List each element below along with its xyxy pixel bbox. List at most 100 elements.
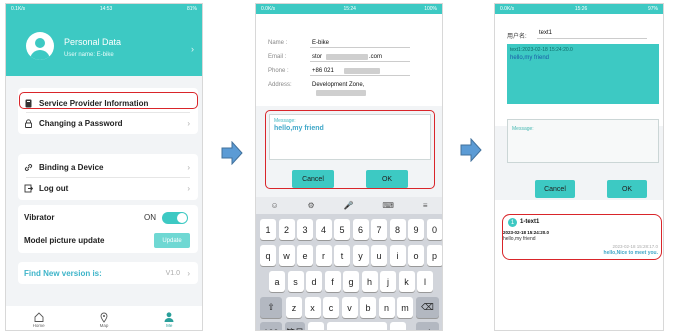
chevron-right-icon: › xyxy=(187,268,190,278)
key-r[interactable]: r xyxy=(315,245,332,266)
key-7[interactable]: 7 xyxy=(371,219,387,240)
provider-email-start: stor xyxy=(312,54,323,60)
tab-map[interactable]: Map xyxy=(89,311,119,328)
symbols-key[interactable]: 符号 xyxy=(285,322,305,330)
vibrator-row: Vibrator ON xyxy=(18,207,198,227)
lock-icon xyxy=(24,118,33,128)
phone-screen-conversation: 0.0K/s 15:26 97% 用户名: text1 text1:2023-0… xyxy=(494,3,664,331)
key-3[interactable]: 3 xyxy=(297,219,313,240)
profile-username: User name: E-bike xyxy=(64,52,114,58)
key-e[interactable]: e xyxy=(297,245,313,266)
key-a[interactable]: a xyxy=(269,271,285,292)
arrow-right-icon xyxy=(460,138,482,162)
space-key[interactable]: ␣ xyxy=(327,322,387,330)
logout-icon xyxy=(24,184,34,193)
key-8[interactable]: 8 xyxy=(389,219,406,240)
settings-icon[interactable]: ⚙ xyxy=(308,201,315,210)
cancel-button[interactable]: Cancel xyxy=(535,180,575,198)
key-n[interactable]: n xyxy=(378,297,395,318)
highlight-box xyxy=(265,110,435,189)
map-pin-icon xyxy=(98,311,110,323)
version-card: Find New version is: V1.0 › xyxy=(18,262,198,284)
tab-home[interactable]: Home xyxy=(24,311,54,328)
key-y[interactable]: y xyxy=(352,245,369,266)
key-d[interactable]: d xyxy=(306,271,322,292)
keyboard-toolbar: ☺ ⚙ 🎤 ⌨ ≡ xyxy=(256,197,442,214)
avatar[interactable] xyxy=(26,32,54,60)
key-w[interactable]: w xyxy=(278,245,295,266)
key-z[interactable]: z xyxy=(286,297,302,318)
chevron-right-icon: › xyxy=(191,44,194,54)
period-key[interactable]: . xyxy=(390,322,406,330)
menu-item-log-out[interactable]: Log out › xyxy=(18,178,198,198)
backspace-key[interactable]: ⌫ xyxy=(416,297,439,318)
provider-phone: +86 021 xyxy=(312,68,334,74)
ok-button[interactable]: OK xyxy=(607,180,647,198)
key-p[interactable]: p xyxy=(426,245,442,266)
provider-name: E-bike xyxy=(312,40,330,46)
chevron-right-icon: › xyxy=(187,183,190,193)
shift-key[interactable]: ⇧ xyxy=(260,297,282,318)
tab-me[interactable]: Me xyxy=(154,311,184,328)
key-v[interactable]: v xyxy=(341,297,358,318)
model-picture-row: Model picture update Update xyxy=(18,230,198,250)
key-i[interactable]: i xyxy=(389,245,406,266)
key-0[interactable]: 0 xyxy=(426,219,442,240)
find-new-version-row[interactable]: Find New version is: V1.0 › xyxy=(18,263,198,283)
key-f[interactable]: f xyxy=(324,271,341,292)
chevron-right-icon: › xyxy=(187,118,190,128)
microphone-icon[interactable]: 🎤 xyxy=(344,201,354,210)
key-g[interactable]: g xyxy=(343,271,359,292)
key-o[interactable]: o xyxy=(408,245,424,266)
numbers-key[interactable]: 123 xyxy=(260,322,282,330)
update-button[interactable]: Update xyxy=(154,233,190,248)
key-h[interactable]: h xyxy=(361,271,378,292)
menu-item-bind-device[interactable]: Binding a Device › xyxy=(18,157,198,177)
comma-key[interactable]: , xyxy=(308,322,324,330)
key-m[interactable]: m xyxy=(397,297,413,318)
provider-email-end: .com xyxy=(369,54,383,60)
key-b[interactable]: b xyxy=(360,297,376,318)
key-t[interactable]: t xyxy=(334,245,350,266)
status-bar: 0.1K/s 14:53 81% xyxy=(11,6,197,12)
key-u[interactable]: u xyxy=(371,245,387,266)
profile-title: Personal Data xyxy=(64,37,122,47)
link-icon xyxy=(24,163,33,172)
keyboard: ☺ ⚙ 🎤 ⌨ ≡ 1 2 3 4 5 6 7 8 9 0 q w e r t y u i o p a s d f g h j k l ⇧… xyxy=(256,197,442,330)
status-bar: 0.0K/s 15:26 97% xyxy=(495,4,663,14)
phone-screen-message-form: 0.0K/s 15:24 100% Name : E-bike Email : … xyxy=(255,3,443,331)
key-x[interactable]: x xyxy=(304,297,321,318)
chat-history[interactable]: text1:2023-02-18 15:24:20.0 hello,my fri… xyxy=(507,44,659,104)
enter-key[interactable]: ↵ xyxy=(416,322,439,330)
key-6[interactable]: 6 xyxy=(352,219,369,240)
device-card: Binding a Device › Log out › xyxy=(18,154,198,200)
keyboard-icon[interactable]: ⌨ xyxy=(382,201,394,210)
provider-address: Development Zone, xyxy=(312,82,365,88)
profile-header[interactable]: 0.1K/s 14:53 81% Personal Data User name… xyxy=(6,4,202,76)
message-input[interactable]: Message: xyxy=(507,119,659,163)
key-c[interactable]: c xyxy=(323,297,339,318)
status-bar: 0.0K/s 15:24 100% xyxy=(256,4,442,14)
arrow-right-icon xyxy=(221,141,243,165)
username-value: text1 xyxy=(539,30,553,36)
key-2[interactable]: 2 xyxy=(278,219,295,240)
key-4[interactable]: 4 xyxy=(315,219,332,240)
key-5[interactable]: 5 xyxy=(334,219,350,240)
chevron-right-icon: › xyxy=(187,162,190,172)
tab-bar: Home Map Me xyxy=(6,306,202,330)
key-9[interactable]: 9 xyxy=(408,219,424,240)
key-k[interactable]: k xyxy=(398,271,415,292)
vibrator-toggle[interactable] xyxy=(162,212,188,224)
highlight-box xyxy=(502,214,662,260)
key-s[interactable]: s xyxy=(287,271,304,292)
settings-card: Vibrator ON Model picture update Update xyxy=(18,205,198,253)
key-q[interactable]: q xyxy=(260,245,276,266)
person-icon xyxy=(163,311,175,323)
emoji-icon[interactable]: ☺ xyxy=(270,201,278,210)
key-l[interactable]: l xyxy=(417,271,433,292)
key-1[interactable]: 1 xyxy=(260,219,276,240)
username-label: 用户名: xyxy=(507,34,527,40)
menu-item-change-password[interactable]: Changing a Password › xyxy=(18,113,198,133)
menu-icon[interactable]: ≡ xyxy=(423,201,428,210)
key-j[interactable]: j xyxy=(380,271,396,292)
